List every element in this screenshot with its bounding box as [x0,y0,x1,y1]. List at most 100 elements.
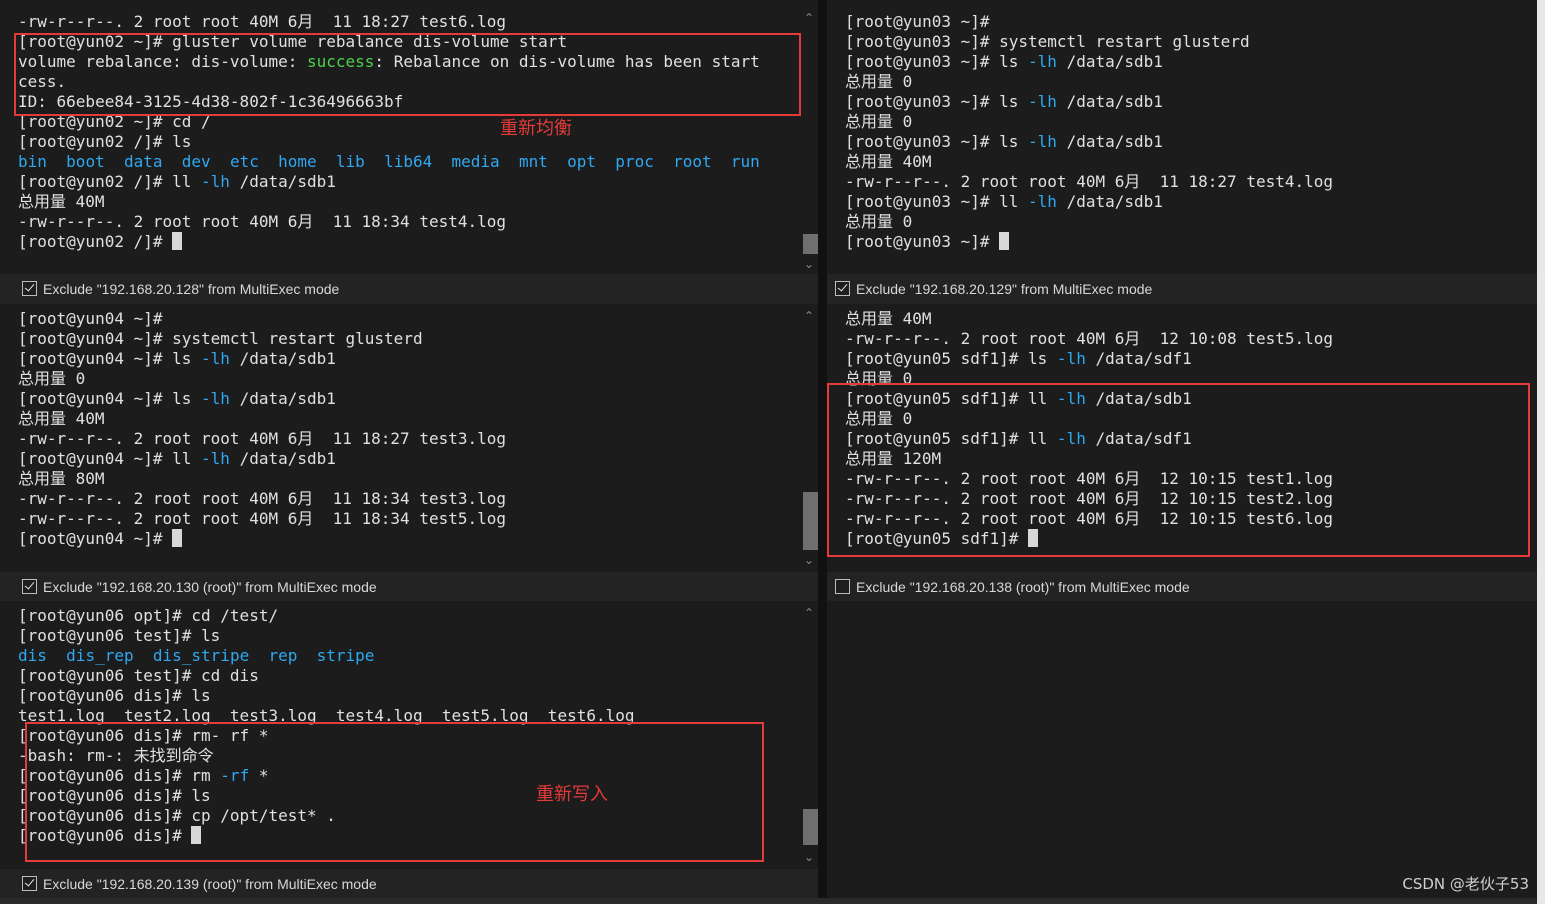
terminal-pane-yun04[interactable]: [root@yun04 ~]# [root@yun04 ~]# systemctl… [0,304,818,601]
terminal-text: mnt [518,152,548,171]
terminal-text: [root@yun04 ~]# ll [18,449,202,468]
checkbox[interactable] [22,876,37,891]
terminal-text: -lh [1028,52,1057,71]
terminal-text: dis_rep [66,646,134,665]
terminal-text: [root@yun02 /]# [18,232,173,251]
terminal-text: test1.log test2.log test3.log test4.log … [18,706,635,725]
terminal-text: 总用量 0 [845,212,913,231]
terminal-line: [root@yun06 test]# ls [0,626,818,646]
scrollbar-thumb[interactable] [803,492,818,550]
terminal-text: [root@yun02 /]# ll [18,172,202,191]
terminal-line: 总用量 40M [827,309,1537,329]
terminal-text: lib64 [384,152,433,171]
terminal-line: [root@yun02 /]# [0,232,818,252]
terminal-text: /data/sdb1 [1056,52,1163,71]
terminal-cursor [172,529,183,547]
scroll-down-icon[interactable]: ⌄ [800,256,818,272]
terminal-text: [root@yun04 ~]# systemctl restart gluste… [18,329,423,348]
terminal-text: ID: 66ebee84-3125-4d38-802f-1c36496663bf [18,92,404,111]
status-bar [0,898,1545,904]
terminal-text: 总用量 80M [18,469,105,488]
terminal-pane-yun02[interactable]: -rw-r--r--. 2 root root 40M 6月 11 18:27 … [0,0,818,304]
checkbox[interactable] [22,579,37,594]
terminal-text: lib [335,152,365,171]
terminal-line: [root@yun02 /]# ll -lh /data/sdb1 [0,172,818,192]
terminal-line: 总用量 40M [0,409,818,429]
scroll-up-icon[interactable]: ⌃ [800,308,818,324]
pane-divider-vertical[interactable] [818,0,827,898]
scroll-down-icon[interactable]: ⌄ [800,552,818,568]
scrollbar-thumb[interactable] [803,234,818,254]
terminal-text: -lh [201,172,230,191]
terminal-line: [root@yun04 ~]# [0,529,818,549]
terminal-text: [root@yun06 dis]# ls [18,786,211,805]
terminal-pane-yun06[interactable]: [root@yun06 opt]# cd /test/[root@yun06 t… [0,601,818,898]
terminal-text: [root@yun06 dis]# rm- rf * [18,726,269,745]
checkbox[interactable] [22,281,37,296]
exclude-label: Exclude "192.168.20.138 (root)" from Mul… [856,579,1190,595]
multiexec-exclude-toggle[interactable]: Exclude "192.168.20.128" from MultiExec … [0,274,818,304]
terminal-line: [root@yun03 ~]# ll -lh /data/sdb1 [827,192,1537,212]
terminal-text: [root@yun03 ~]# [845,12,990,31]
checkbox[interactable] [835,281,850,296]
terminal-line: [root@yun02 /]# ls [0,132,818,152]
scrollbar-thumb[interactable] [803,809,818,845]
terminal-line: 总用量 0 [827,212,1537,232]
terminal-line: [root@yun06 dis]# ls [0,786,818,806]
multiexec-exclude-toggle[interactable]: Exclude "192.168.20.139 (root)" from Mul… [0,869,818,898]
terminal-text: etc [229,152,259,171]
terminal-output[interactable]: [root@yun04 ~]# [root@yun04 ~]# systemctl… [0,309,818,571]
multiexec-exclude-toggle[interactable]: Exclude "192.168.20.138 (root)" from Mul… [827,572,1537,601]
terminal-text: stripe [316,646,375,665]
terminal-line: [root@yun06 dis]# rm- rf * [0,726,818,746]
terminal-line: -rw-r--r--. 2 root root 40M 6月 11 18:34 … [0,212,818,232]
terminal-line: -rw-r--r--. 2 root root 40M 6月 12 10:08 … [827,329,1537,349]
terminal-text: [root@yun06 dis]# cp /opt/test* . [18,806,336,825]
terminal-text: -lh [1028,92,1057,111]
terminal-output[interactable]: [root@yun06 opt]# cd /test/[root@yun06 t… [0,606,818,868]
scroll-up-icon[interactable]: ⌃ [800,605,818,621]
checkbox[interactable] [835,579,850,594]
terminal-text: 总用量 120M [845,449,942,468]
terminal-output[interactable]: -rw-r--r--. 2 root root 40M 6月 11 18:27 … [0,12,818,274]
terminal-line: 总用量 40M [0,192,818,212]
terminal-text: /data/sdb1 [229,172,336,191]
terminal-line: -rw-r--r--. 2 root root 40M 6月 12 10:15 … [827,489,1537,509]
multiexec-exclude-toggle[interactable]: Exclude "192.168.20.129" from MultiExec … [827,274,1537,304]
scroll-up-icon[interactable]: ⌃ [800,10,818,26]
terminal-pane-yun03[interactable]: [root@yun03 ~]# [root@yun03 ~]# systemctl… [827,0,1537,304]
terminal-line: [root@yun04 ~]# ls -lh /data/sdb1 [0,389,818,409]
terminal-line: 总用量 0 [827,72,1537,92]
terminal-line: -rw-r--r--. 2 root root 40M 6月 11 18:27 … [0,429,818,449]
terminal-pane-yun05[interactable]: 总用量 40M -rw-r--r--. 2 root root 40M 6月 12… [827,304,1537,601]
terminal-text: [root@yun03 ~]# ls [845,52,1029,71]
terminal-text: -lh [1028,132,1057,151]
terminal-text: 总用量 0 [845,409,913,428]
terminal-text: [root@yun06 test]# cd dis [18,666,259,685]
terminal-line: [root@yun02 ~]# gluster volume rebalance… [0,32,818,52]
scrollbar[interactable]: ⌃ ⌄ [800,0,818,274]
terminal-text: -rw-r--r--. 2 root root 40M 6月 11 18:34 … [18,212,507,231]
terminal-line: 总用量 0 [827,409,1537,429]
terminal-output[interactable]: 总用量 40M -rw-r--r--. 2 root root 40M 6月 12… [827,309,1537,571]
terminal-line: -rw-r--r--. 2 root root 40M 6月 11 18:34 … [0,509,818,529]
terminal-text: cess. [18,72,67,91]
terminal-text: /data/sdb1 [229,349,336,368]
scrollbar[interactable]: ⌃ ⌄ [800,304,818,572]
terminal-line: [root@yun06 dis]# ls [0,686,818,706]
terminal-text: dis [18,646,47,665]
terminal-text: [root@yun03 ~]# ll [845,192,1029,211]
terminal-output[interactable]: [root@yun03 ~]# [root@yun03 ~]# systemctl… [827,12,1537,274]
terminal-text: [root@yun04 ~]# ls [18,389,202,408]
terminal-text: -rw-r--r--. 2 root root 40M 6月 12 10:08 … [845,329,1334,348]
exclude-label: Exclude "192.168.20.128" from MultiExec … [43,281,340,297]
scroll-down-icon[interactable]: ⌄ [800,849,818,865]
terminal-text: dev [181,152,211,171]
scrollbar[interactable]: ⌃ ⌄ [800,601,818,869]
exclude-label: Exclude "192.168.20.129" from MultiExec … [856,281,1153,297]
terminal-line: -bash: rm-: 未找到命令 [0,746,818,766]
multiexec-exclude-toggle[interactable]: Exclude "192.168.20.130 (root)" from Mul… [0,572,818,601]
